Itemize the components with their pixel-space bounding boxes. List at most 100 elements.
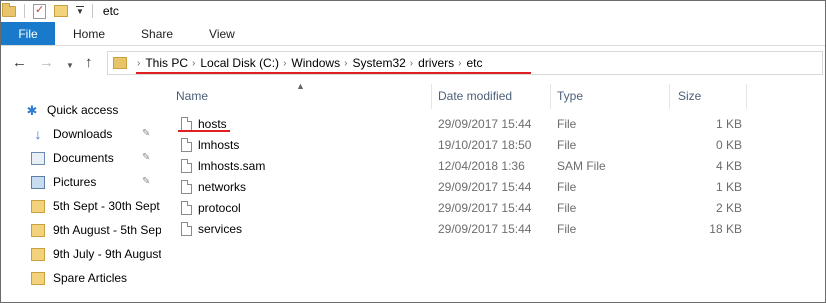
tab-home[interactable]: Home [55, 22, 123, 45]
folder-icon [31, 199, 45, 213]
up-arrow-icon[interactable]: ↑ [85, 55, 93, 70]
forward-arrow-icon[interactable]: → [39, 55, 54, 70]
table-row[interactable]: hosts 29/09/2017 15:44 File 1 KB [166, 113, 746, 134]
pin-icon[interactable]: ✎ [142, 128, 150, 139]
tab-file[interactable]: File [1, 22, 55, 45]
tab-view[interactable]: View [191, 22, 253, 45]
sidebar-item-label: Pictures [53, 175, 97, 189]
breadcrumb-this-pc[interactable]: This PC [145, 56, 188, 70]
hosts-annotation-underline [178, 130, 230, 132]
file-icon [181, 221, 192, 236]
file-type: File [557, 221, 577, 236]
file-type: File [557, 179, 577, 194]
folder-icon [31, 271, 45, 285]
ribbon-tabs: File Home Share View [1, 22, 825, 46]
download-icon: ↓ [34, 125, 42, 142]
chevron-right-icon[interactable]: › [192, 58, 195, 69]
title-bar: ▼ etc [1, 1, 825, 21]
star-icon: ✱ [26, 102, 38, 118]
window-title: etc [102, 4, 119, 18]
customize-toolbar-icon[interactable]: ▼ [76, 6, 84, 16]
sidebar-item-folder[interactable]: 5th Sept - 30th Sept [31, 195, 161, 217]
column-divider[interactable] [431, 84, 432, 109]
file-date: 29/09/2017 15:44 [438, 200, 532, 215]
toolbar-divider [24, 4, 25, 18]
breadcrumb-system32[interactable]: System32 [352, 56, 405, 70]
new-folder-icon[interactable] [54, 5, 68, 17]
file-name-cell: lmhosts.sam [181, 155, 265, 176]
table-row[interactable]: lmhosts.sam 12/04/2018 1:36 SAM File 4 K… [166, 155, 746, 176]
sidebar-item-folder[interactable]: Spare Articles [31, 267, 161, 289]
file-size: 0 KB [715, 137, 742, 152]
file-name-cell: lmhosts [181, 134, 239, 155]
toolbar-divider [91, 4, 93, 18]
file-icon [181, 137, 192, 152]
sidebar-item-folder[interactable]: 9th August - 5th Sept [31, 219, 161, 241]
file-size: 4 KB [715, 158, 742, 173]
column-header-name[interactable]: Name [176, 86, 208, 106]
breadcrumb-drivers[interactable]: drivers [418, 56, 454, 70]
sidebar-item-label: Spare Articles [53, 271, 128, 285]
sidebar-item-label: Downloads [53, 127, 113, 141]
navigation-pane: ✱ Quick access ↓ Downloads ✎ Documents ✎… [1, 80, 161, 302]
table-row[interactable]: lmhosts 19/10/2017 18:50 File 0 KB [166, 134, 746, 155]
file-name-cell: protocol [181, 197, 241, 218]
file-name-cell: services [181, 218, 242, 239]
pin-icon[interactable]: ✎ [142, 152, 150, 163]
file-icon [181, 116, 192, 131]
path-annotation-underline [136, 72, 531, 74]
column-divider[interactable] [746, 84, 747, 109]
file-size: 18 KB [709, 221, 742, 236]
file-list: ▲ Name Date modified Type Size hosts 29/… [166, 80, 826, 302]
column-header-type[interactable]: Type [557, 86, 583, 106]
column-header-size[interactable]: Size [678, 86, 701, 106]
sidebar-item-quick-access[interactable]: ✱ Quick access [25, 99, 155, 121]
documents-icon [31, 151, 45, 165]
file-type: File [557, 137, 577, 152]
sidebar-item-label: Quick access [47, 103, 119, 117]
column-header-date[interactable]: Date modified [438, 86, 512, 106]
sort-ascending-icon: ▲ [296, 81, 305, 91]
back-arrow-icon[interactable]: ← [12, 55, 27, 70]
sidebar-item-label: 9th July - 9th August [53, 247, 161, 261]
breadcrumb-windows[interactable]: Windows [291, 56, 340, 70]
tab-share[interactable]: Share [123, 22, 191, 45]
column-divider[interactable] [669, 84, 670, 109]
table-row[interactable]: protocol 29/09/2017 15:44 File 2 KB [166, 197, 746, 218]
file-type: File [557, 116, 577, 131]
file-icon [181, 179, 192, 194]
chevron-right-icon[interactable]: › [283, 58, 286, 69]
pictures-icon [31, 175, 45, 189]
file-date: 29/09/2017 15:44 [438, 221, 532, 236]
file-size: 1 KB [715, 179, 742, 194]
file-icon [181, 158, 192, 173]
column-divider[interactable] [550, 84, 551, 109]
sidebar-item-label: Documents [53, 151, 114, 165]
file-name-cell: networks [181, 176, 246, 197]
file-icon [181, 200, 192, 215]
file-name: lmhosts [198, 137, 240, 152]
chevron-right-icon[interactable]: › [344, 58, 347, 69]
chevron-right-icon[interactable]: › [137, 58, 140, 69]
breadcrumb-local-disk[interactable]: Local Disk (C:) [200, 56, 279, 70]
sidebar-item-folder[interactable]: 9th July - 9th August [31, 243, 161, 265]
sidebar-item-label: 5th Sept - 30th Sept [53, 199, 160, 213]
file-name: protocol [198, 200, 241, 215]
breadcrumb-etc[interactable]: etc [467, 56, 483, 70]
table-row[interactable]: services 29/09/2017 15:44 File 18 KB [166, 218, 746, 239]
properties-icon[interactable] [33, 3, 46, 19]
folder-icon [31, 223, 45, 237]
pin-icon[interactable]: ✎ [142, 176, 150, 187]
folder-icon [31, 247, 45, 261]
chevron-right-icon[interactable]: › [410, 58, 413, 69]
file-size: 2 KB [715, 200, 742, 215]
recent-locations-icon[interactable]: ▼ [66, 58, 74, 73]
sidebar-item-label: 9th August - 5th Sept [53, 223, 161, 237]
file-type: File [557, 200, 577, 215]
chevron-right-icon[interactable]: › [458, 58, 461, 69]
folder-icon [113, 57, 127, 69]
table-row[interactable]: networks 29/09/2017 15:44 File 1 KB [166, 176, 746, 197]
file-date: 19/10/2017 18:50 [438, 137, 532, 152]
file-name: lmhosts.sam [198, 158, 266, 173]
file-size: 1 KB [715, 116, 742, 131]
